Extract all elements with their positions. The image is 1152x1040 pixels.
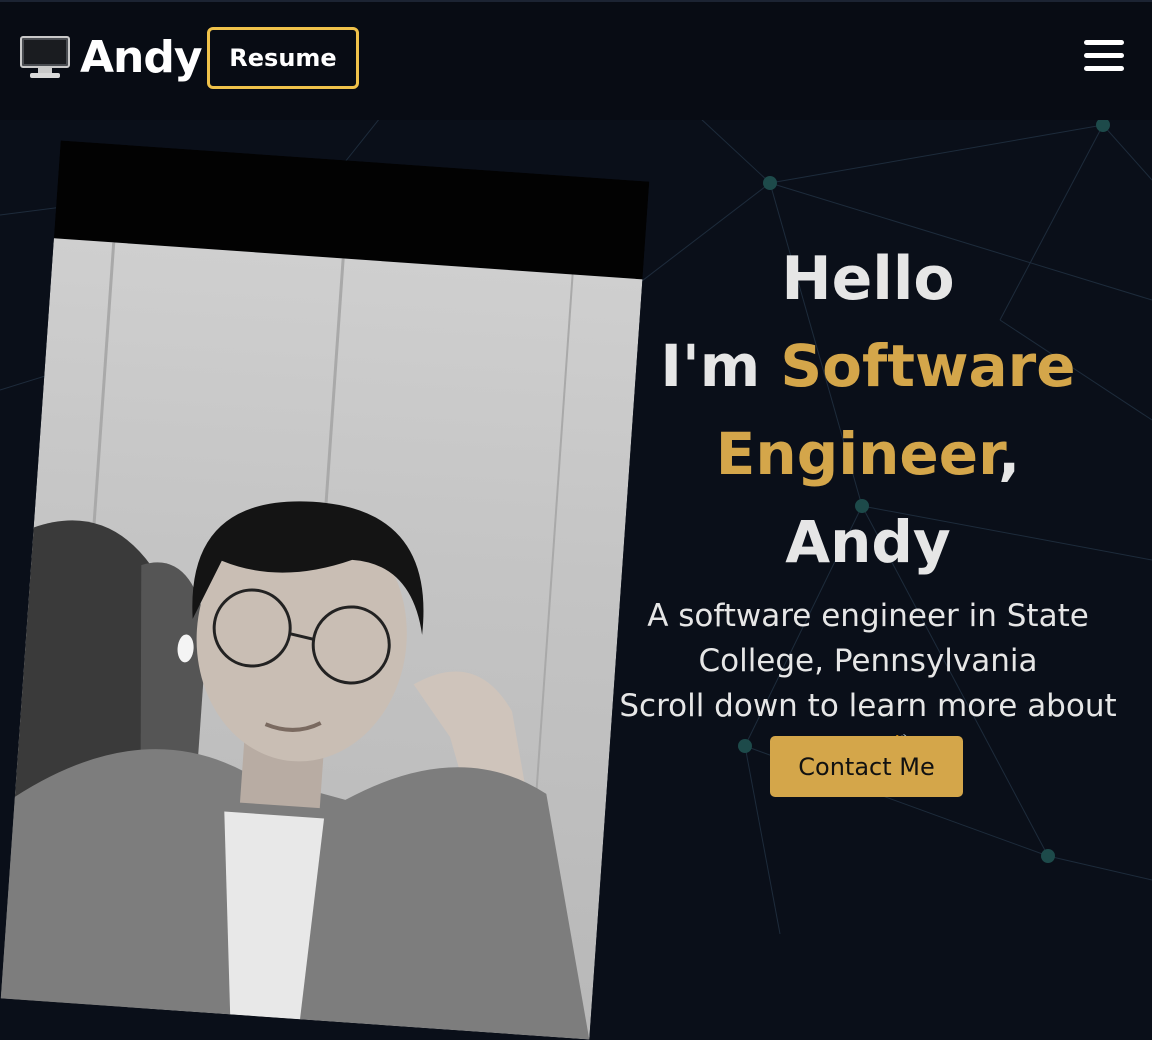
hero-intro-prefix: I'm (660, 332, 781, 400)
brand-name: Andy (80, 32, 203, 83)
profile-photo (0, 140, 650, 1040)
navbar: Andy Resume (0, 0, 1152, 120)
photo-image (0, 238, 643, 1040)
contact-me-button[interactable]: Contact Me (770, 736, 963, 797)
hero-section: Hello I'm Software Engineer, Andy A soft… (600, 236, 1136, 774)
hero-location-text: A software engineer in State College, Pe… (647, 598, 1089, 679)
computer-monitor-icon (20, 35, 70, 78)
resume-button[interactable]: Resume (207, 27, 359, 89)
menu-bar (1084, 40, 1124, 45)
person-illustration (0, 242, 590, 1040)
hero-greeting: Hello (781, 244, 955, 314)
brand[interactable]: Andy (20, 32, 203, 83)
hamburger-menu-icon[interactable] (1084, 40, 1124, 76)
menu-bar (1084, 66, 1124, 71)
menu-bar (1084, 53, 1124, 58)
hero-title: I'm Software Engineer, Andy (628, 322, 1108, 586)
